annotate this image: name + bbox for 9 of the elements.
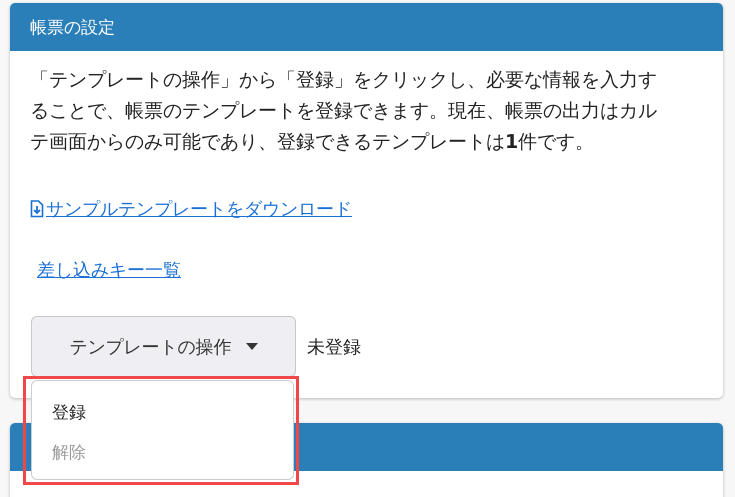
description-text: 「テンプレートの操作」から「登録」をクリックし、必要な情報を入力することで、帳票のテンプレートを登録できます。現在、帳票の出力はカルテ画面からのみ可能であり、登録できるテンプレートは1件です。 [30, 68, 658, 155]
dropdown-button[interactable]: テンプレートの操作 [31, 316, 296, 377]
card-title: 帳票の設定 [30, 16, 115, 38]
download-link[interactable]: サンプルテンプレートをダウンロード [30, 197, 352, 221]
file-download-icon [30, 200, 44, 218]
status-text: 未登録 [307, 336, 361, 358]
link[interactable]: 差し込みキー一覧 [37, 258, 181, 282]
caret-icon [246, 343, 258, 350]
menu-item[interactable]: 登録 [32, 393, 293, 433]
